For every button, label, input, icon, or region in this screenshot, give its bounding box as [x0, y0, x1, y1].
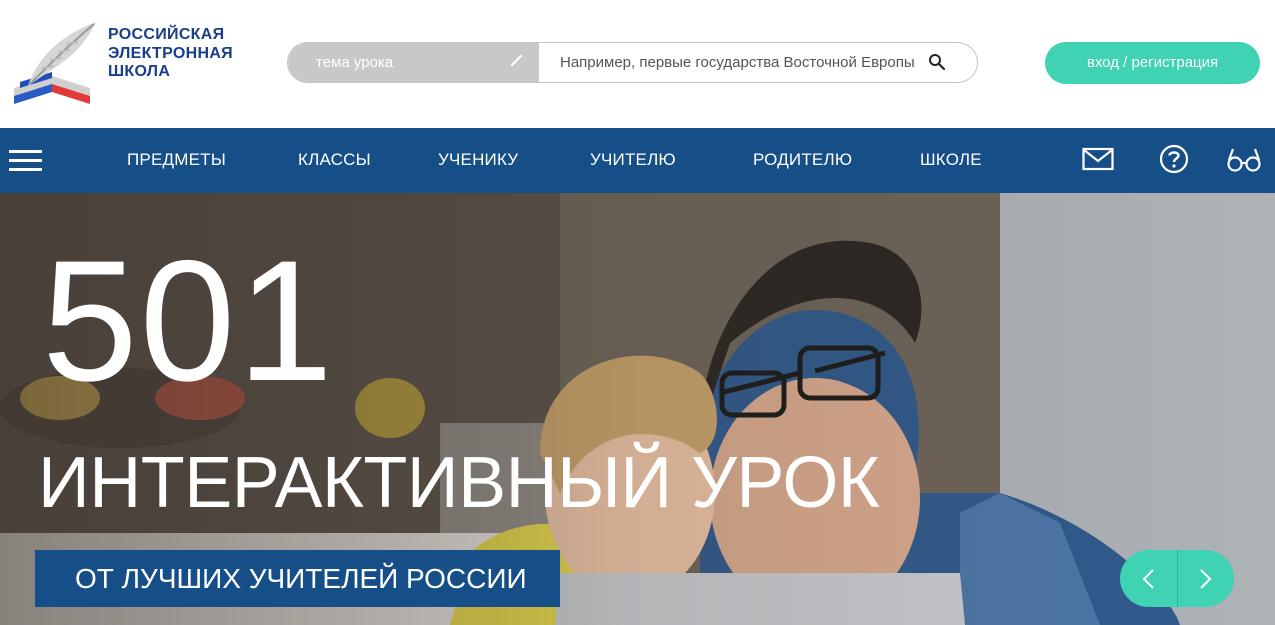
chevron-right-icon: [1200, 569, 1212, 589]
search-bar: тема урока: [287, 42, 978, 83]
nav-item-classes[interactable]: КЛАССЫ: [298, 150, 371, 170]
hero-title: ИНТЕРАКТИВНЫЙ УРОК: [38, 443, 880, 523]
nav-item-student[interactable]: УЧЕНИКУ: [438, 150, 518, 170]
chevron-left-icon: [1142, 569, 1154, 589]
pencil-icon: [510, 54, 523, 67]
quill-book-logo-icon: [14, 22, 96, 104]
nav-item-parent[interactable]: РОДИТЕЛЮ: [753, 150, 852, 170]
site-header: РОССИЙСКАЯ ЭЛЕКТРОННАЯ ШКОЛА тема урока …: [0, 0, 1275, 128]
logo-text-line-1: РОССИЙСКАЯ: [108, 26, 225, 43]
nav-item-school[interactable]: ШКОЛЕ: [920, 150, 982, 170]
search-input[interactable]: [540, 43, 926, 82]
nav-item-teacher[interactable]: УЧИТЕЛЮ: [590, 150, 676, 170]
nav-item-subjects[interactable]: ПРЕДМЕТЫ: [127, 150, 226, 170]
slider-prev-button[interactable]: [1120, 550, 1177, 607]
glasses-accessibility-icon[interactable]: [1227, 145, 1261, 175]
slider-controls: [1120, 550, 1234, 607]
hero-lesson-count: 501: [42, 225, 335, 417]
search-icon[interactable]: [928, 53, 946, 71]
slider-next-button[interactable]: [1177, 550, 1234, 607]
login-register-button[interactable]: вход / регистрация: [1045, 42, 1260, 84]
logo-text-line-3: ШКОЛА: [108, 63, 171, 80]
search-type-selector[interactable]: тема урока: [288, 43, 539, 82]
main-navigation: ПРЕДМЕТЫ КЛАССЫ УЧЕНИКУ УЧИТЕЛЮ РОДИТЕЛЮ…: [0, 128, 1275, 193]
search-type-label: тема урока: [316, 54, 394, 71]
logo-text-line-2: ЭЛЕКТРОННАЯ: [108, 44, 233, 62]
help-question-icon[interactable]: [1159, 144, 1189, 174]
hero-slider: 501 ИНТЕРАКТИВНЫЙ УРОК ОТ ЛУЧШИХ УЧИТЕЛЕ…: [0, 193, 1275, 625]
hero-subtitle[interactable]: ОТ ЛУЧШИХ УЧИТЕЛЕЙ РОССИИ: [35, 550, 560, 607]
site-logo[interactable]: РОССИЙСКАЯ ЭЛЕКТРОННАЯ ШКОЛА: [8, 16, 253, 112]
envelope-icon[interactable]: [1082, 147, 1114, 171]
hamburger-menu-icon[interactable]: [9, 148, 42, 173]
